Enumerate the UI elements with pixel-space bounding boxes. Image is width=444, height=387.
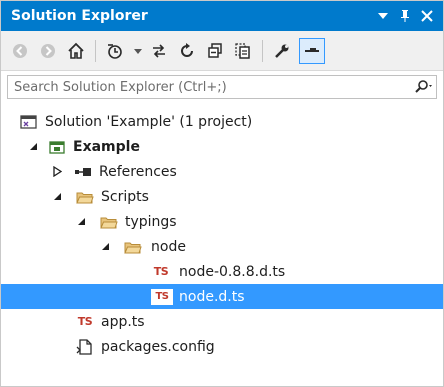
tree-item-file[interactable]: TS node-0.8.8.d.ts xyxy=(1,259,443,284)
tree-item-label: typings xyxy=(125,213,177,230)
pin-icon[interactable] xyxy=(397,8,413,24)
tree-item-label: Scripts xyxy=(101,188,149,205)
tree-item-solution[interactable]: Solution 'Example' (1 project) xyxy=(1,109,443,134)
toolbar-separator xyxy=(95,39,96,62)
tree-item-label: app.ts xyxy=(101,313,145,330)
home-icon[interactable] xyxy=(65,40,87,62)
tree-item-label: node-0.8.8.d.ts xyxy=(179,263,286,280)
folder-open-icon xyxy=(99,212,119,232)
folder-open-icon xyxy=(75,187,95,207)
pending-changes-filter-icon[interactable] xyxy=(104,40,126,62)
collapsed-arrow-icon[interactable] xyxy=(51,166,63,178)
forward-icon[interactable] xyxy=(37,40,59,62)
title-bar-actions xyxy=(375,8,443,24)
chevron-down-icon[interactable] xyxy=(132,40,144,62)
typescript-file-icon: TS xyxy=(153,265,169,278)
tree-item-typings-folder[interactable]: typings xyxy=(1,209,443,234)
toolbar-separator xyxy=(262,39,263,62)
tree-item-project[interactable]: Example xyxy=(1,134,443,159)
tree-item-label: node xyxy=(151,238,186,255)
typescript-file-icon: TS xyxy=(77,315,93,328)
window-title: Solution Explorer xyxy=(11,8,148,24)
properties-wrench-icon[interactable] xyxy=(271,40,293,62)
tree-item-label: Solution 'Example' (1 project) xyxy=(45,113,253,130)
tree-item-label: References xyxy=(99,163,177,180)
references-icon xyxy=(73,162,93,182)
tree-item-node-folder[interactable]: node xyxy=(1,234,443,259)
preview-selected-items-icon[interactable] xyxy=(299,37,325,64)
back-icon[interactable] xyxy=(9,40,31,62)
search-box xyxy=(7,75,437,99)
toolbar xyxy=(1,31,443,71)
folder-open-icon xyxy=(123,237,143,257)
solution-tree: Solution 'Example' (1 project) Example R… xyxy=(1,109,443,359)
search-input[interactable] xyxy=(8,76,412,98)
tree-item-label: Example xyxy=(73,138,140,155)
tree-item-references[interactable]: References xyxy=(1,159,443,184)
solution-explorer-window: Solution Explorer Search Solution Explor… xyxy=(0,0,444,387)
tree-item-file[interactable]: packages.config xyxy=(1,334,443,359)
typescript-file-icon: TS xyxy=(151,288,173,305)
refresh-icon[interactable] xyxy=(176,40,198,62)
expanded-arrow-icon[interactable] xyxy=(51,191,63,203)
sync-with-active-document-icon[interactable] xyxy=(148,40,170,62)
tree-item-scripts-folder[interactable]: Scripts xyxy=(1,184,443,209)
project-icon xyxy=(47,137,67,157)
expanded-arrow-icon[interactable] xyxy=(99,241,111,253)
config-file-icon xyxy=(75,337,95,357)
title-bar: Solution Explorer xyxy=(1,1,443,31)
tree-item-file-selected[interactable]: TS node.d.ts xyxy=(1,284,443,309)
search-icon[interactable] xyxy=(412,77,436,97)
show-all-files-icon[interactable] xyxy=(232,40,254,62)
window-menu-dropdown-icon[interactable] xyxy=(375,8,391,24)
expanded-arrow-icon[interactable] xyxy=(27,141,39,153)
close-icon[interactable] xyxy=(419,8,435,24)
expanded-arrow-icon[interactable] xyxy=(75,216,87,228)
collapse-all-icon[interactable] xyxy=(204,40,226,62)
tree-item-label: node.d.ts xyxy=(179,288,245,305)
tree-item-label: packages.config xyxy=(101,338,215,355)
solution-icon xyxy=(19,112,39,132)
tree-item-file[interactable]: TS app.ts xyxy=(1,309,443,334)
